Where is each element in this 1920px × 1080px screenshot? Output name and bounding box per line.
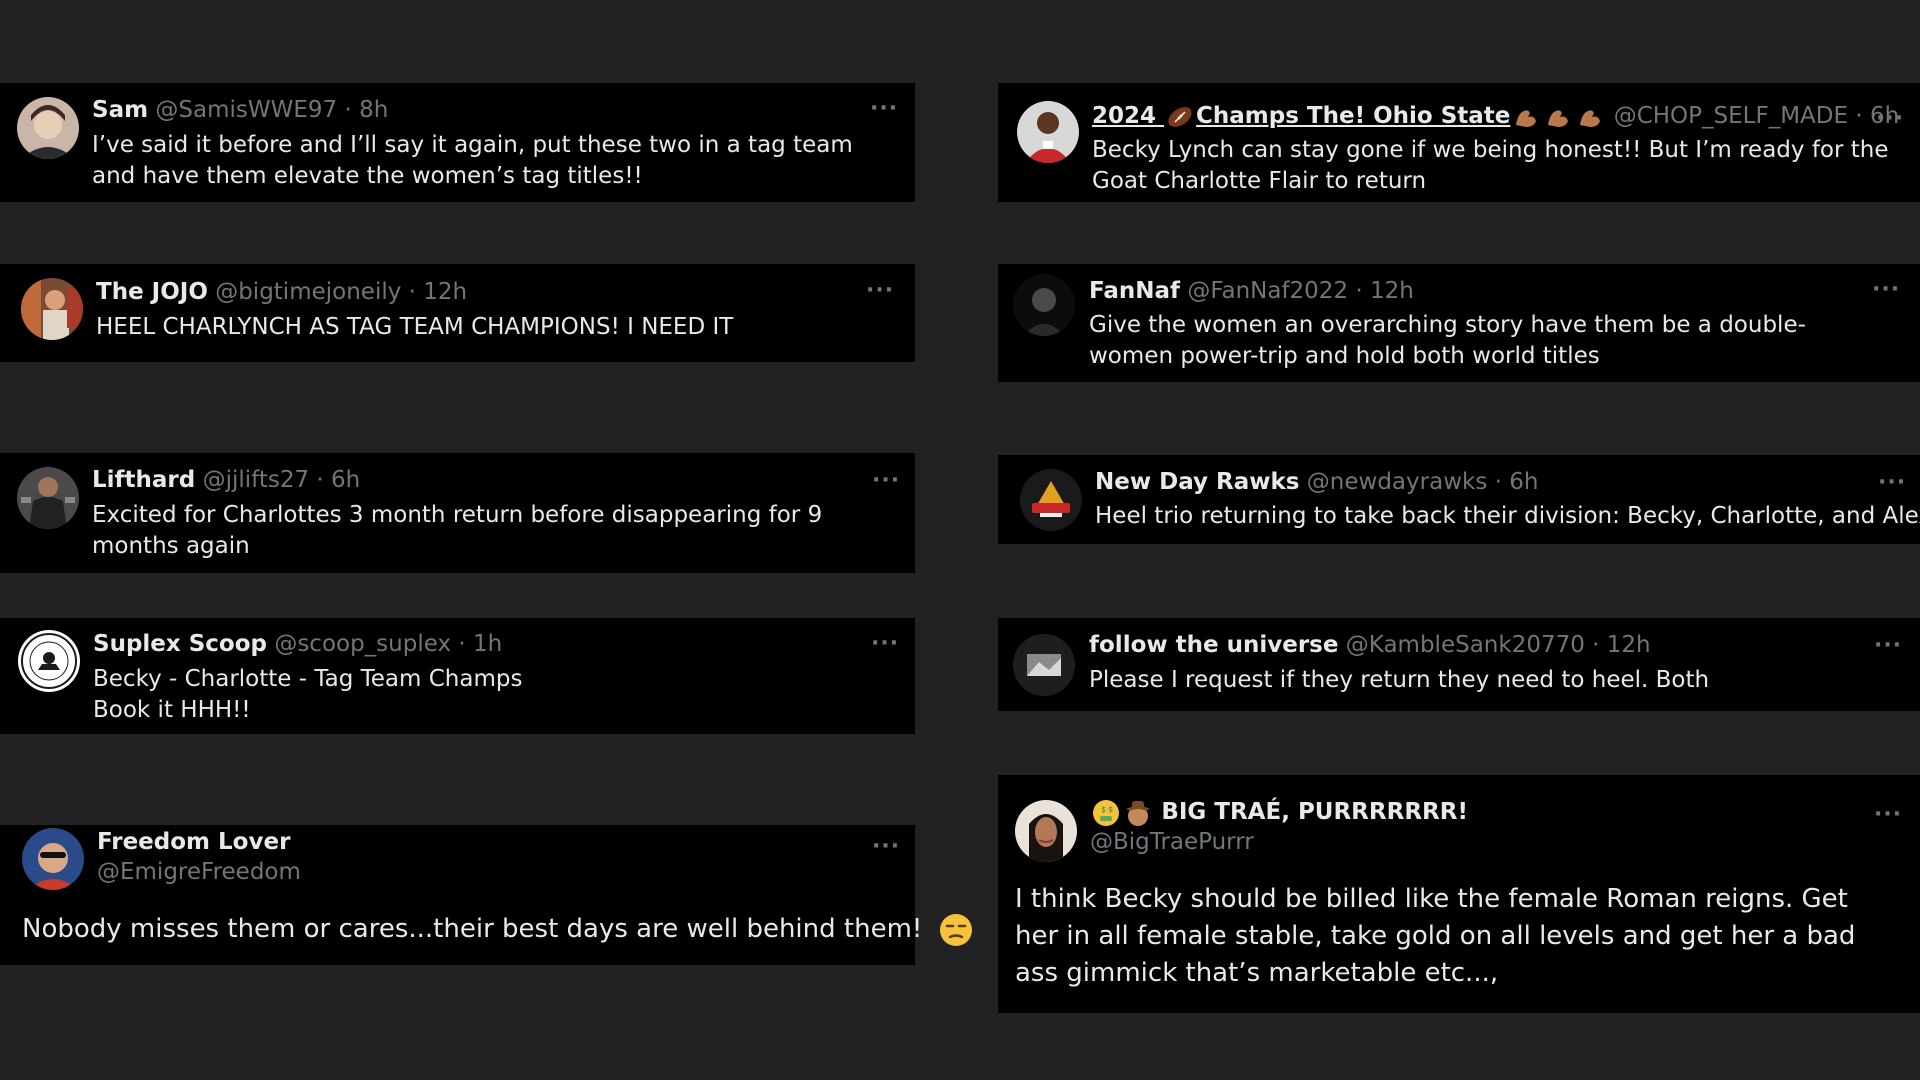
timestamp[interactable]: · 12h (409, 279, 467, 305)
money-mouth-face-icon: $ $ (1092, 799, 1120, 827)
tweet-header: New Day Rawks @newdayrawks · 6h (1095, 467, 1538, 497)
display-name-part: 2024 (1092, 103, 1157, 129)
avatar[interactable] (21, 278, 83, 340)
tweet-card[interactable]: 2024 Champs The! Ohio State @CHOP_SELF_M… (998, 83, 1920, 202)
svg-text:$: $ (1108, 805, 1113, 814)
handle[interactable]: @newdayrawks (1307, 469, 1488, 495)
more-icon[interactable]: ··· (1874, 635, 1902, 657)
handle[interactable]: @bigtimejoneily (215, 279, 401, 305)
display-name[interactable]: follow the universe (1089, 632, 1338, 658)
more-icon[interactable]: ··· (870, 98, 898, 120)
display-name[interactable]: Lifthard (92, 467, 195, 493)
tweet-text: I think Becky should be billed like the … (1015, 884, 1856, 988)
more-icon[interactable]: ··· (1878, 472, 1906, 494)
tweet-header: Sam @SamisWWE97 · 8h (92, 95, 388, 125)
flexed-biceps-icon (1576, 103, 1604, 131)
more-icon[interactable]: ··· (866, 280, 894, 302)
handle[interactable]: @FanNaf2022 (1187, 278, 1348, 304)
tweet-text-line: Becky - Charlotte - Tag Team Champs (93, 666, 523, 692)
more-icon[interactable]: ··· (871, 633, 899, 655)
unamused-face-icon (939, 913, 973, 947)
tweet-header: The JOJO @bigtimejoneily · 12h (96, 277, 467, 307)
tweet-text-line: Book it HHH!! (93, 697, 251, 723)
avatar[interactable] (22, 828, 84, 890)
more-icon[interactable]: ··· (872, 836, 900, 858)
tweet-header: FanNaf @FanNaf2022 · 12h (1089, 276, 1414, 306)
tweet-text: Give the women an overarching story have… (1089, 312, 1806, 369)
svg-text:$: $ (1101, 805, 1106, 814)
timestamp[interactable]: · 6h (1495, 469, 1539, 495)
football-icon (1166, 103, 1194, 131)
avatar[interactable] (17, 97, 79, 159)
flexed-biceps-icon (1544, 103, 1572, 131)
handle[interactable]: @KambleSank20770 (1346, 632, 1585, 658)
tweet-card[interactable]: Freedom Lover @EmigreFreedom ··· Nobody … (0, 825, 972, 965)
cowboy-face-icon (1124, 799, 1152, 827)
tweet-text: I’ve said it before and I’ll say it agai… (92, 132, 853, 189)
handle[interactable]: @EmigreFreedom (97, 857, 301, 887)
avatar[interactable] (17, 467, 79, 529)
display-name[interactable]: Freedom Lover (97, 827, 301, 857)
more-icon[interactable]: ··· (1872, 279, 1900, 301)
tweet-text: Becky Lynch can stay gone if we being ho… (1092, 137, 1889, 194)
tweet-text: Nobody misses them or cares...their best… (22, 911, 972, 948)
tweet-text: Excited for Charlottes 3 month return be… (92, 502, 823, 559)
tweet-header: 2024 Champs The! Ohio State @CHOP_SELF_M… (1092, 101, 1899, 131)
more-icon[interactable]: ··· (872, 470, 900, 492)
tweet-card[interactable]: New Day Rawks @newdayrawks · 6h ··· Heel… (998, 455, 1920, 544)
avatar[interactable] (1013, 274, 1075, 336)
timestamp[interactable]: · 6h (316, 467, 360, 493)
flexed-biceps-icon (1512, 103, 1540, 131)
tweet-card[interactable]: The JOJO @bigtimejoneily · 12h ··· HEEL … (0, 264, 915, 362)
tweet-text: Please I request if they return they nee… (1089, 667, 1710, 693)
tweet-card[interactable]: Suplex Scoop @scoop_suplex · 1h ··· Beck… (0, 618, 915, 734)
display-name[interactable]: FanNaf (1089, 278, 1180, 304)
more-icon[interactable]: ··· (1874, 804, 1902, 826)
tweet-header: $ $ BIG TRAÉ, PURRRRRRR! @BigTraePurrr (1090, 797, 1468, 857)
avatar[interactable] (1020, 469, 1082, 531)
tweet-text: Becky - Charlotte - Tag Team Champs Book… (93, 664, 873, 726)
timestamp[interactable]: · 12h (1592, 632, 1650, 658)
tweet-card[interactable]: Sam @SamisWWE97 · 8h ··· I’ve said it be… (0, 83, 915, 202)
tweet-text: Heel trio returning to take back their d… (1095, 503, 1920, 529)
tweet-text: HEEL CHARLYNCH AS TAG TEAM CHAMPIONS! I … (96, 314, 734, 340)
handle[interactable]: @SamisWWE97 (155, 97, 337, 123)
avatar[interactable] (1015, 800, 1077, 862)
display-name[interactable]: Suplex Scoop (93, 631, 267, 657)
tweet-header: Freedom Lover @EmigreFreedom (97, 827, 301, 887)
display-name-part: Champs The! Ohio State (1196, 103, 1511, 129)
display-name[interactable]: BIG TRAÉ, PURRRRRRR! (1161, 799, 1468, 825)
tweet-header: Lifthard @jjlifts27 · 6h (92, 465, 360, 495)
timestamp[interactable]: · 12h (1355, 278, 1413, 304)
handle[interactable]: @CHOP_SELF_MADE (1614, 103, 1848, 129)
timestamp[interactable]: · 8h (344, 97, 388, 123)
tweet-card[interactable]: follow the universe @KambleSank20770 · 1… (998, 618, 1920, 711)
tweet-card[interactable]: Lifthard @jjlifts27 · 6h ··· Excited for… (0, 453, 915, 573)
tweet-card[interactable]: FanNaf @FanNaf2022 · 12h ··· Give the wo… (998, 264, 1920, 382)
display-name[interactable]: 2024 Champs The! Ohio State (1092, 103, 1510, 129)
more-icon[interactable]: ··· (1876, 108, 1904, 130)
handle[interactable]: @BigTraePurrr (1090, 827, 1468, 857)
avatar[interactable] (1013, 634, 1075, 696)
tweet-header: Suplex Scoop @scoop_suplex · 1h (93, 629, 502, 659)
handle[interactable]: @jjlifts27 (203, 467, 310, 493)
avatar[interactable] (1017, 101, 1079, 163)
tweet-text-content: Nobody misses them or cares...their best… (22, 914, 923, 944)
display-name[interactable]: New Day Rawks (1095, 469, 1299, 495)
display-name[interactable]: Sam (92, 97, 148, 123)
timestamp[interactable]: · 1h (458, 631, 502, 657)
tweet-header: follow the universe @KambleSank20770 · 1… (1089, 630, 1651, 660)
handle[interactable]: @scoop_suplex (274, 631, 451, 657)
display-name[interactable]: The JOJO (96, 279, 208, 305)
display-name-row: $ $ BIG TRAÉ, PURRRRRRR! (1090, 797, 1468, 827)
tweet-card[interactable]: $ $ BIG TRAÉ, PURRRRRRR! @BigTraePurrr ··… (998, 775, 1920, 1013)
avatar[interactable] (18, 630, 80, 692)
